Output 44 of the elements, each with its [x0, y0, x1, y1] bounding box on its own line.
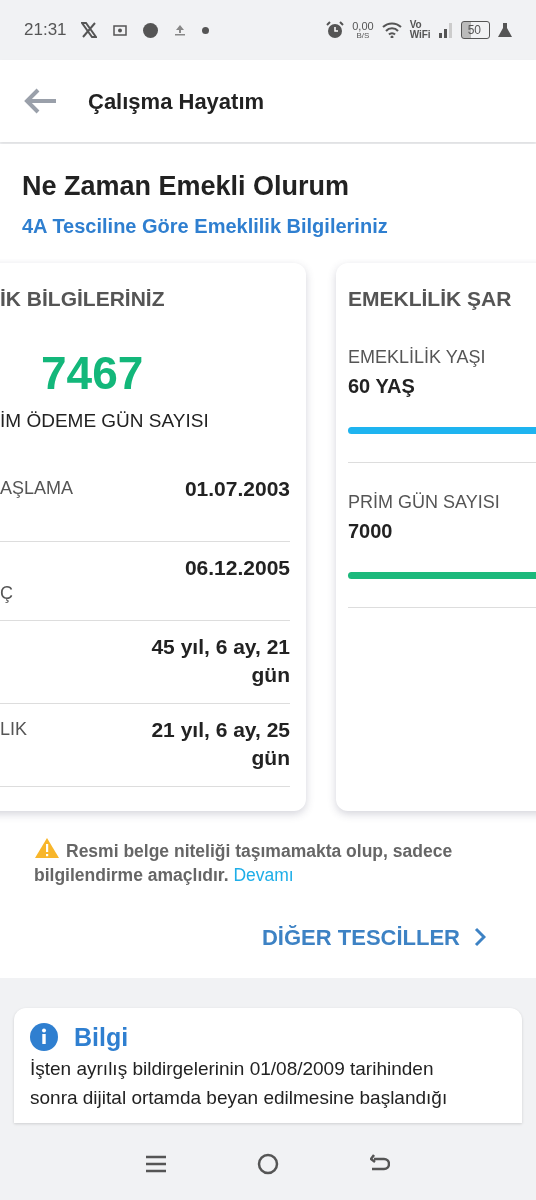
page-heading: Ne Zaman Emekli Olurum: [22, 170, 351, 203]
condition-value: 60 YAŞ: [348, 374, 416, 399]
speed-text: 0,00: [352, 20, 374, 32]
row-label: Ç: [0, 582, 13, 606]
card-title: İK BİLGİLERİNİZ: [0, 285, 166, 312]
row-label: AŞLAMA: [0, 477, 74, 501]
warning-icon: [34, 836, 60, 859]
x-logo-icon: [80, 22, 97, 38]
wifi-icon: [381, 22, 402, 38]
notice-text: Resmi belge niteliği taşımamakta olup, sadece bilgilendirme amaçlıdır. Devamı: [34, 836, 502, 887]
row-value: 06.12.2005: [183, 555, 290, 582]
signal-icon: [438, 22, 453, 38]
page-subtitle: 4A Tesciline Göre Emeklilik Bilgileriniz: [22, 213, 389, 239]
day-count: 7467: [41, 348, 145, 399]
row-value: 01.07.2003: [183, 476, 290, 503]
card-title: EMEKLİLİK ŞAR: [348, 285, 513, 312]
volte-text: Vo: [409, 20, 423, 30]
condition-value: 7000: [348, 519, 394, 544]
condition-label: PRİM GÜN SAYISI: [348, 491, 501, 514]
more-link[interactable]: Devamı: [233, 864, 294, 885]
row-value: 21 yıl, 6 ay, 25 gün: [150, 717, 290, 772]
row-label: LIK: [0, 718, 28, 742]
speed-unit: B/S: [356, 31, 370, 40]
alarm-icon: [326, 21, 345, 39]
volte-text: WiFi: [409, 30, 431, 40]
chevron-right-icon: [474, 927, 486, 947]
back-button[interactable]: [24, 88, 58, 114]
info-title: Bilgi: [74, 1021, 129, 1053]
info-icon: [30, 1022, 58, 1051]
dot-icon: [201, 26, 209, 34]
day-count-label: İM ÖDEME GÜN SAYISI: [0, 408, 210, 433]
circle-icon: [142, 22, 158, 38]
camera-icon: [112, 24, 127, 36]
home-button[interactable]: [257, 1153, 279, 1175]
condition-label: EMEKLİLİK YAŞI: [348, 346, 487, 369]
upload-icon: [173, 24, 186, 36]
other-registrations-button[interactable]: DİĞER TESCİLLER: [262, 920, 486, 954]
info-text: İşten ayrılış bildirgelerinin 01/08/2009 tarihinden sonra dijital ortamda beyan edilmesine başlandığı: [30, 1056, 449, 1110]
screen-title: Çalışma Hayatım: [88, 87, 265, 116]
row-value: 45 yıl, 6 ay, 21 gün: [150, 634, 290, 689]
menu-icon[interactable]: [145, 1154, 166, 1174]
battery-indicator: 50: [460, 21, 490, 39]
status-time: 21:31: [24, 19, 67, 42]
flask-icon: [498, 22, 512, 38]
